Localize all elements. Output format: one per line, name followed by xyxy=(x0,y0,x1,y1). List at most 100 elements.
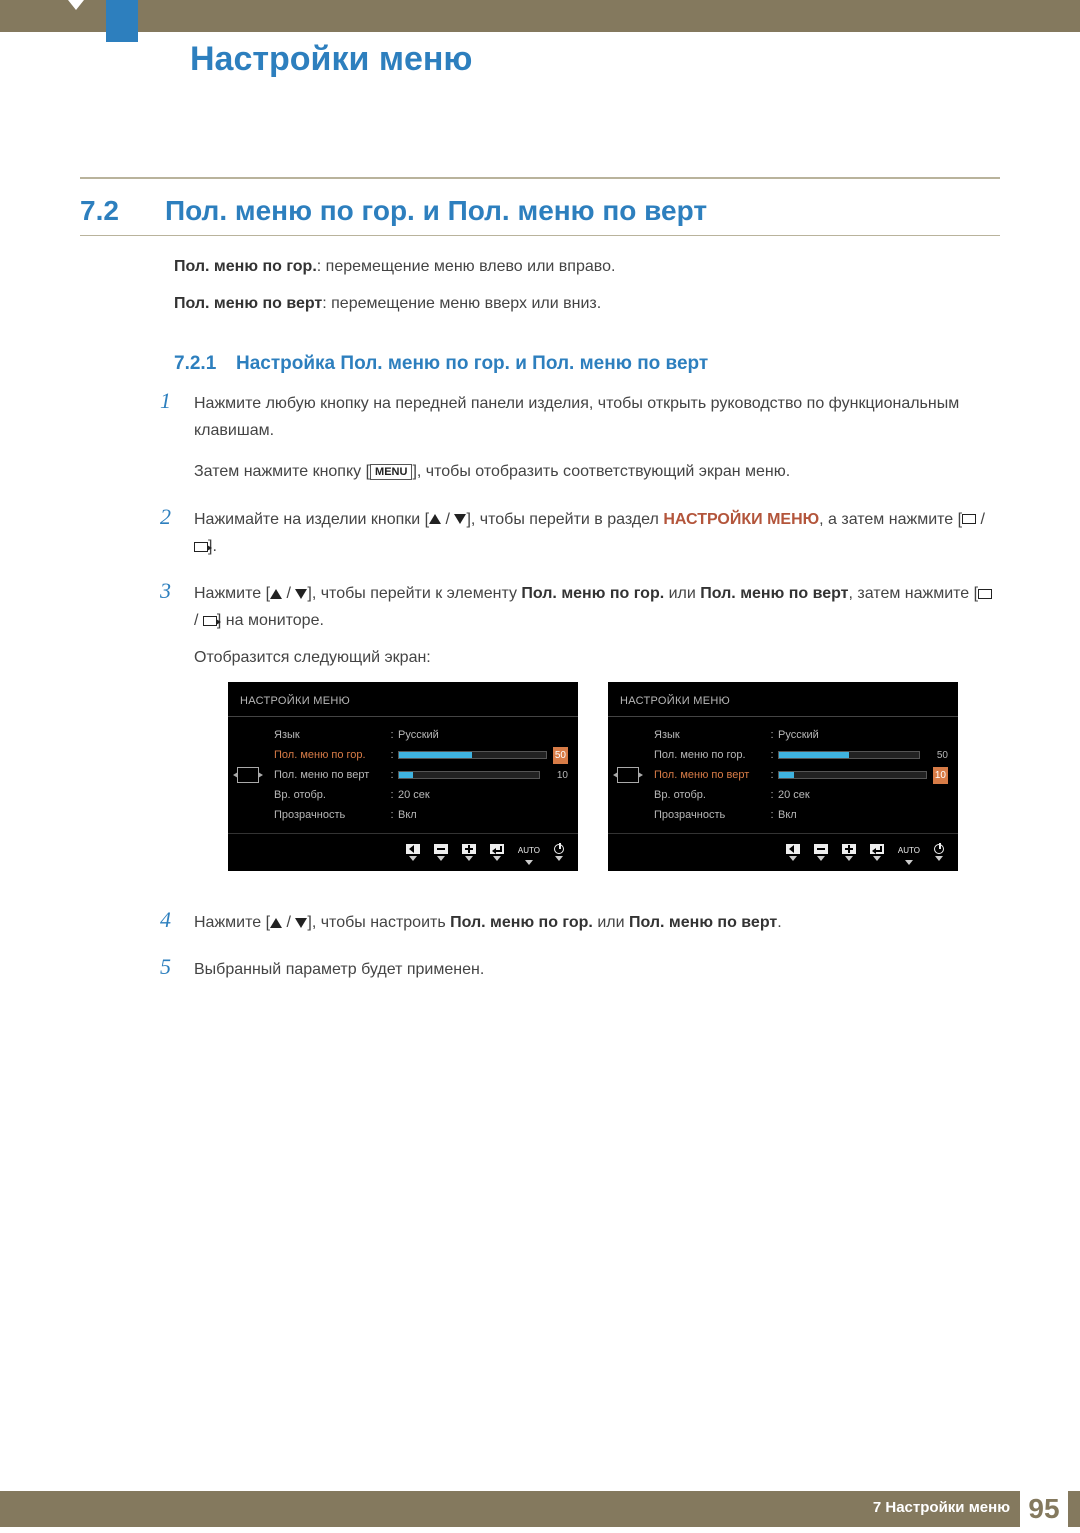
text: ], чтобы отобразить соответствующий экра… xyxy=(412,463,790,480)
osd-label: Вр. отобр. xyxy=(648,786,766,805)
step-text: Нажмите [ / ], чтобы настроить Пол. меню… xyxy=(194,909,996,936)
power-icon xyxy=(554,844,564,854)
text: или xyxy=(593,914,629,931)
osd-panel-2: НАСТРОЙКИ МЕНЮ Язык:Русский Пол. меню по… xyxy=(608,682,958,871)
arrow-down-icon xyxy=(454,514,466,524)
arrow-up-icon xyxy=(270,918,282,928)
step-number: 2 xyxy=(160,506,194,560)
footer-chapter: 7 Настройки меню xyxy=(873,1499,1010,1516)
osd-label: Язык xyxy=(648,726,766,745)
step-4: 4 Нажмите [ / ], чтобы настроить Пол. ме… xyxy=(160,909,996,936)
osd-value: 50 xyxy=(553,747,568,764)
step-text: Выбранный параметр будет применен. xyxy=(194,956,996,983)
step-number: 3 xyxy=(160,580,194,889)
osd-value: 20 сек xyxy=(778,786,948,805)
arrow-down-icon xyxy=(295,918,307,928)
step-5: 5 Выбранный параметр будет применен. xyxy=(160,956,996,983)
source-icon xyxy=(978,589,992,599)
osd-value: Русский xyxy=(398,726,568,745)
step-text: Нажимайте на изделии кнопки [ / ], чтобы… xyxy=(194,506,996,560)
divider xyxy=(80,235,1000,236)
step-text: Нажмите [ / ], чтобы перейти к элементу … xyxy=(194,580,996,889)
step-3: 3 Нажмите [ / ], чтобы перейти к элемент… xyxy=(160,580,996,889)
section-title: Пол. меню по гор. и Пол. меню по верт xyxy=(165,195,707,227)
power-icon xyxy=(934,844,944,854)
text: ], чтобы перейти к элементу xyxy=(307,585,521,602)
osd-label: Пол. меню по гор. xyxy=(648,746,766,765)
osd-label: Пол. меню по верт xyxy=(268,766,386,785)
text: Нажимайте на изделии кнопки [ xyxy=(194,511,429,528)
auto-label: AUTO xyxy=(898,844,920,858)
back-icon xyxy=(406,844,420,854)
text: . xyxy=(777,914,781,931)
text: ], чтобы перейти в раздел xyxy=(466,511,663,528)
text: : перемещение меню вверх или вниз. xyxy=(322,295,601,312)
text: Нажмите [ xyxy=(194,585,270,602)
term: Пол. меню по верт xyxy=(629,914,777,931)
step-number: 5 xyxy=(160,956,194,983)
section-number: 7.2 xyxy=(80,195,119,227)
osd-value: Вкл xyxy=(778,806,948,825)
osd-value: Вкл xyxy=(398,806,568,825)
osd-title: НАСТРОЙКИ МЕНЮ xyxy=(608,692,958,717)
footer-page-number: 95 xyxy=(1020,1485,1068,1533)
osd-label: Пол. меню по гор. xyxy=(268,746,386,765)
step-text: Нажмите любую кнопку на передней панели … xyxy=(194,390,996,444)
plus-icon xyxy=(842,844,856,854)
term: Пол. меню по гор. xyxy=(450,914,593,931)
subsection-title: Настройка Пол. меню по гор. и Пол. меню … xyxy=(236,353,708,375)
text: Затем нажмите кнопку [ xyxy=(194,463,370,480)
osd-label: Пол. меню по верт xyxy=(648,766,766,785)
step-2: 2 Нажимайте на изделии кнопки [ / ], что… xyxy=(160,506,996,560)
osd-panel-1: НАСТРОЙКИ МЕНЮ Язык:Русский Пол. меню по… xyxy=(228,682,578,871)
osd-value: Русский xyxy=(778,726,948,745)
arrow-up-icon xyxy=(270,589,282,599)
page-footer: 7 Настройки меню 95 xyxy=(0,1491,1080,1527)
text: или xyxy=(664,585,700,602)
osd-label: Язык xyxy=(268,726,386,745)
osd-label: Вр. отобр. xyxy=(268,786,386,805)
enter-icon xyxy=(490,844,504,854)
osd-value: 10 xyxy=(933,767,948,784)
step-text: Отобразится следующий экран: xyxy=(194,644,996,671)
osd-value: 50 xyxy=(926,747,948,764)
term: Пол. меню по верт xyxy=(174,295,322,312)
osd-label: Прозрачность xyxy=(648,806,766,825)
osd-position-icon xyxy=(617,767,639,783)
text: Нажмите [ xyxy=(194,914,270,931)
step-number: 1 xyxy=(160,390,194,486)
steps-list: 1 Нажмите любую кнопку на передней панел… xyxy=(160,390,996,1003)
menu-button-icon: MENU xyxy=(370,464,412,480)
osd-value: 20 сек xyxy=(398,786,568,805)
source-icon xyxy=(962,514,976,524)
step-text: Затем нажмите кнопку [MENU], чтобы отобр… xyxy=(194,458,996,485)
intro-paragraph-2: Пол. меню по верт: перемещение меню ввер… xyxy=(174,295,601,313)
back-icon xyxy=(786,844,800,854)
minus-icon xyxy=(434,844,448,854)
term: Пол. меню по гор. xyxy=(174,258,317,275)
chapter-tab xyxy=(106,0,138,42)
intro-paragraph-1: Пол. меню по гор.: перемещение меню влев… xyxy=(174,258,615,276)
divider xyxy=(80,177,1000,179)
arrow-up-icon xyxy=(429,514,441,524)
page-title: Настройки меню xyxy=(190,40,472,79)
osd-footer: AUTO xyxy=(608,833,958,871)
enter-icon xyxy=(203,616,217,626)
auto-label: AUTO xyxy=(518,844,540,858)
osd-position-icon xyxy=(237,767,259,783)
highlighted-term: НАСТРОЙКИ МЕНЮ xyxy=(663,511,819,528)
plus-icon xyxy=(462,844,476,854)
step-1: 1 Нажмите любую кнопку на передней панел… xyxy=(160,390,996,486)
osd-label: Прозрачность xyxy=(268,806,386,825)
text: ], чтобы настроить xyxy=(307,914,450,931)
arrow-down-icon xyxy=(295,589,307,599)
text: ] на мониторе. xyxy=(217,612,324,629)
term: Пол. меню по гор. xyxy=(521,585,664,602)
minus-icon xyxy=(814,844,828,854)
header-bar xyxy=(0,0,1080,32)
osd-screenshots: НАСТРОЙКИ МЕНЮ Язык:Русский Пол. меню по… xyxy=(228,682,996,871)
subsection-number: 7.2.1 xyxy=(174,353,216,375)
enter-icon xyxy=(870,844,884,854)
enter-icon xyxy=(194,542,208,552)
text: : перемещение меню влево или вправо. xyxy=(317,258,616,275)
